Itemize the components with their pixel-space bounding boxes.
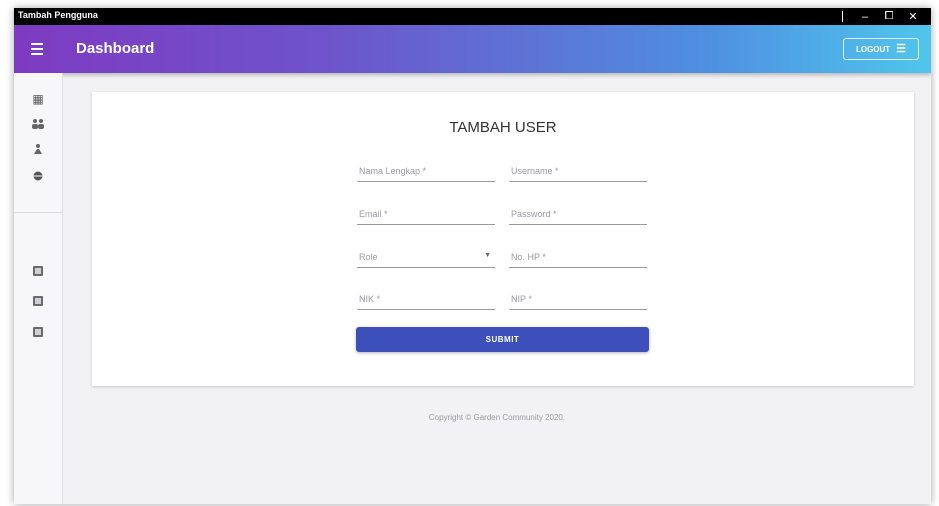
dashboard-icon[interactable]: ▦ xyxy=(30,91,46,107)
person-icon[interactable] xyxy=(30,141,46,157)
report-icon-2[interactable] xyxy=(30,293,46,309)
full-name-field[interactable] xyxy=(357,160,495,182)
app-bar: Dashboard LOGOUT ☰ xyxy=(14,25,931,73)
phone-input[interactable] xyxy=(509,246,647,267)
form-title: TAMBAH USER xyxy=(449,119,557,136)
close-button[interactable]: ✕ xyxy=(901,10,925,23)
role-select[interactable]: Role ▼ xyxy=(357,246,495,268)
app-window: Tambah Pengguna – ⧠ ✕ Dashboard LOGOUT ☰… xyxy=(14,8,931,504)
hamburger-menu-icon[interactable] xyxy=(28,40,46,58)
full-name-input[interactable] xyxy=(357,160,495,181)
email-input[interactable] xyxy=(357,203,495,224)
report-icon-1[interactable] xyxy=(30,263,46,279)
titlebar-separator xyxy=(842,11,843,22)
sidebar-divider xyxy=(14,212,63,213)
phone-field[interactable] xyxy=(509,246,647,268)
window-controls: – ⧠ ✕ xyxy=(842,8,925,25)
email-field[interactable] xyxy=(357,203,495,225)
sidebar: ▦ xyxy=(14,73,63,504)
maximize-button[interactable]: ⧠ xyxy=(877,10,901,23)
add-user-card: TAMBAH USER Role ▼ SUBMIT xyxy=(92,92,914,386)
window-titlebar: Tambah Pengguna – ⧠ ✕ xyxy=(14,8,931,25)
nip-input[interactable] xyxy=(509,288,647,309)
chevron-down-icon: ▼ xyxy=(484,252,491,259)
exit-icon: ☰ xyxy=(896,42,907,55)
nik-field[interactable] xyxy=(357,288,495,310)
logout-button[interactable]: LOGOUT ☰ xyxy=(843,38,919,60)
nik-input[interactable] xyxy=(357,288,495,309)
globe-icon[interactable] xyxy=(30,168,46,184)
report-icon-3[interactable] xyxy=(30,324,46,340)
password-input[interactable] xyxy=(509,203,647,224)
footer-copyright: Copyright © Garden Community 2020. xyxy=(428,413,566,422)
minimize-button[interactable]: – xyxy=(853,11,877,23)
logout-label: LOGOUT xyxy=(855,44,891,54)
nip-field[interactable] xyxy=(509,288,647,310)
username-field[interactable] xyxy=(509,160,647,182)
submit-button[interactable]: SUBMIT xyxy=(356,327,649,352)
username-input[interactable] xyxy=(509,160,647,181)
password-field[interactable] xyxy=(509,203,647,225)
page-title: Dashboard xyxy=(76,40,155,57)
window-title: Tambah Pengguna xyxy=(18,10,98,20)
role-select-label: Role xyxy=(359,252,378,262)
users-icon[interactable] xyxy=(30,116,46,132)
